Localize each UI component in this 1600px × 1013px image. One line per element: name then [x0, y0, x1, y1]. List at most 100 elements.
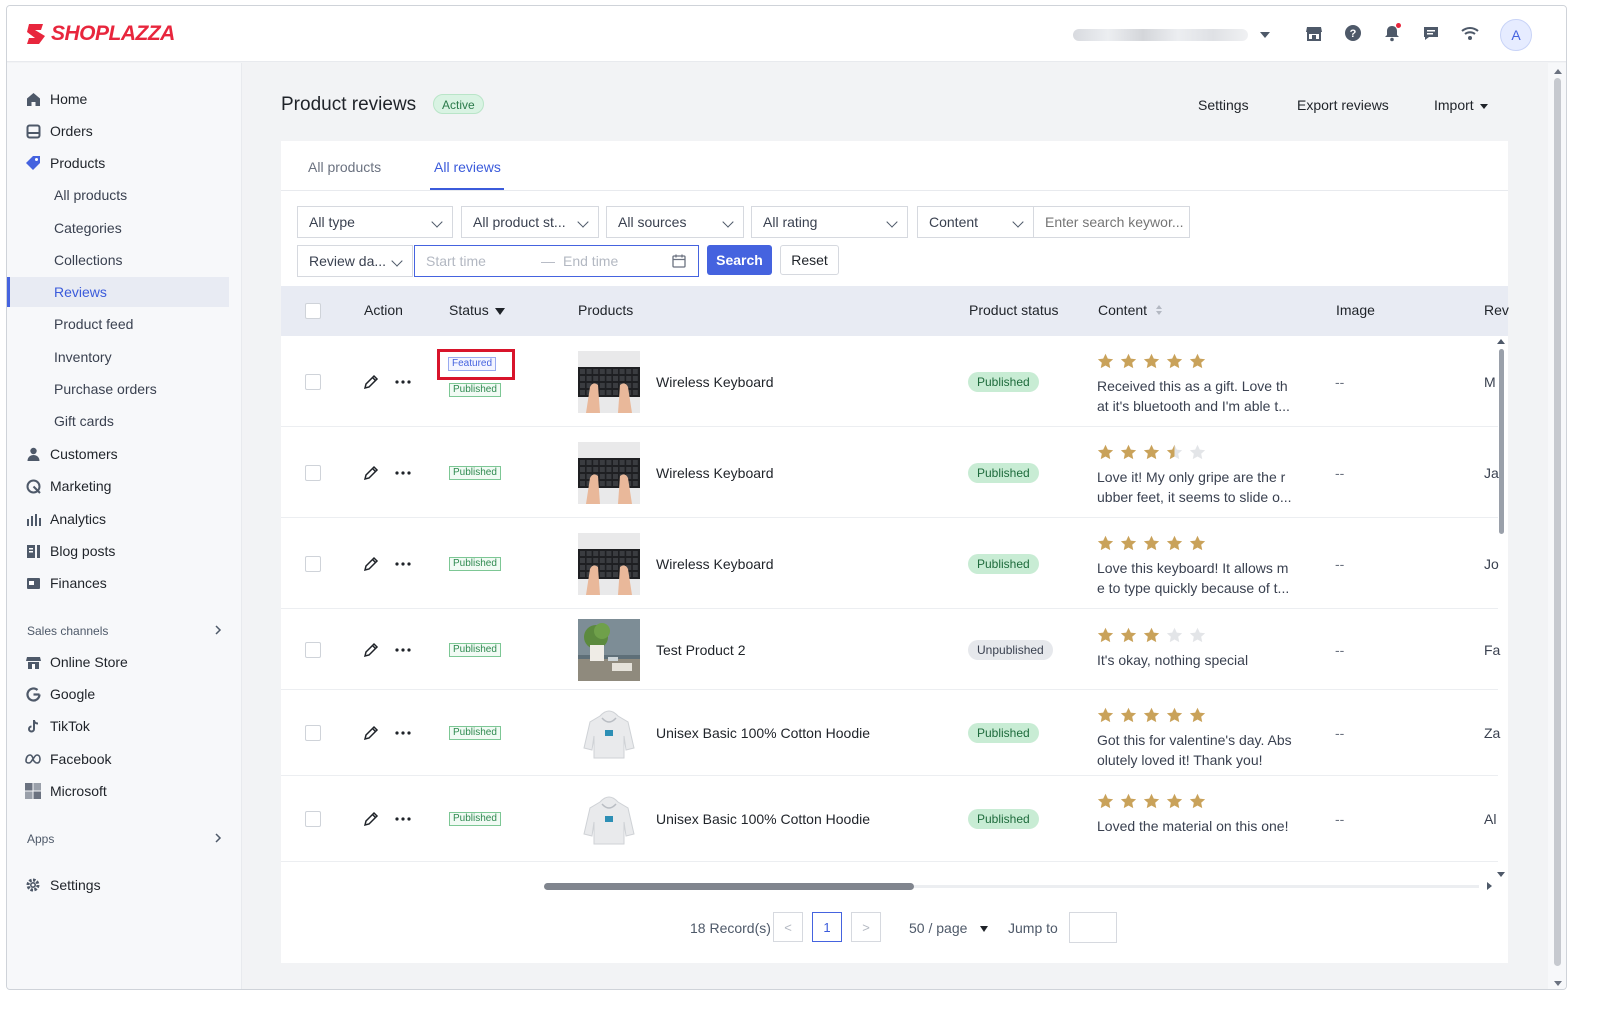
sidebar-item-settings[interactable]: Settings: [7, 870, 229, 900]
more-icon[interactable]: [394, 555, 412, 573]
brand-logo[interactable]: SHOPLAZZA: [25, 22, 175, 46]
row-checkbox[interactable]: [305, 811, 321, 827]
product-status-filter[interactable]: All product st...: [461, 206, 599, 238]
sales-channels-header[interactable]: Sales channels: [27, 624, 222, 638]
scroll-up-icon[interactable]: [1554, 69, 1562, 74]
type-filter[interactable]: All type: [297, 206, 453, 238]
export-reviews-link[interactable]: Export reviews: [1297, 97, 1389, 113]
edit-icon[interactable]: [362, 464, 380, 482]
sidebar-item-tiktok[interactable]: TikTok: [7, 711, 229, 741]
product-name[interactable]: Test Product 2: [656, 642, 746, 658]
table-vertical-scrollbar[interactable]: [1497, 339, 1505, 879]
scroll-right-icon[interactable]: [1487, 882, 1492, 890]
reset-button[interactable]: Reset: [780, 245, 839, 275]
sources-filter[interactable]: All sources: [606, 206, 744, 238]
sidebar-item-home[interactable]: Home: [7, 84, 229, 114]
product-thumbnail[interactable]: [578, 788, 640, 850]
scroll-down-icon[interactable]: [1497, 872, 1505, 877]
start-time-input[interactable]: Start time: [426, 253, 486, 269]
sidebar-item-all-products[interactable]: All products: [7, 180, 229, 210]
review-content[interactable]: Received this as a gift. Love that it's …: [1097, 376, 1293, 416]
tab-all-reviews[interactable]: All reviews: [434, 159, 501, 175]
content-field-select[interactable]: Content: [917, 206, 1034, 238]
sidebar-item-marketing[interactable]: Marketing: [7, 471, 229, 501]
product-thumbnail[interactable]: [578, 441, 640, 504]
jump-to-input[interactable]: [1069, 912, 1117, 943]
row-checkbox[interactable]: [305, 464, 321, 481]
rating-filter[interactable]: All rating: [751, 206, 908, 238]
import-dropdown[interactable]: Import: [1434, 97, 1488, 113]
review-content[interactable]: It's okay, nothing special: [1097, 650, 1293, 670]
sidebar-item-inventory[interactable]: Inventory: [7, 342, 229, 372]
edit-icon[interactable]: [362, 555, 380, 573]
more-icon[interactable]: [394, 464, 412, 482]
review-content[interactable]: Got this for valentine's day. Absolutely…: [1097, 730, 1293, 770]
tab-all-products[interactable]: All products: [308, 159, 381, 175]
horizontal-scroll-thumb[interactable]: [544, 883, 914, 890]
apps-header[interactable]: Apps: [27, 832, 222, 846]
product-name[interactable]: Unisex Basic 100% Cotton Hoodie: [656, 811, 870, 827]
product-thumbnail[interactable]: [578, 618, 640, 681]
row-checkbox[interactable]: [305, 641, 321, 658]
sidebar-item-blog-posts[interactable]: Blog posts: [7, 536, 229, 566]
avatar[interactable]: A: [1500, 19, 1532, 51]
help-icon[interactable]: ?: [1342, 22, 1364, 44]
scroll-up-icon[interactable]: [1497, 339, 1505, 344]
store-selector[interactable]: [1073, 28, 1273, 42]
page-1-button[interactable]: 1: [812, 912, 842, 942]
date-range-picker[interactable]: Start time — End time: [414, 245, 699, 277]
sidebar-item-google[interactable]: Google: [7, 679, 229, 709]
search-input[interactable]: [1033, 206, 1190, 238]
sidebar-item-reviews[interactable]: Reviews: [7, 277, 229, 307]
more-icon[interactable]: [394, 810, 412, 828]
store-icon[interactable]: [1303, 22, 1325, 44]
scroll-thumb[interactable]: [1499, 349, 1504, 534]
review-content[interactable]: Love this keyboard! It allows me to type…: [1097, 558, 1293, 598]
col-status[interactable]: Status: [449, 302, 505, 318]
bell-icon[interactable]: [1381, 22, 1403, 44]
chat-icon[interactable]: [1420, 22, 1442, 44]
row-checkbox[interactable]: [305, 373, 321, 390]
end-time-input[interactable]: End time: [563, 253, 618, 269]
product-name[interactable]: Wireless Keyboard: [656, 556, 774, 572]
sidebar-item-categories[interactable]: Categories: [7, 213, 229, 243]
search-button[interactable]: Search: [707, 245, 772, 275]
product-name[interactable]: Wireless Keyboard: [656, 374, 774, 390]
review-content[interactable]: Love it! My only gripe are the rubber fe…: [1097, 467, 1293, 507]
sidebar-item-online-store[interactable]: Online Store: [7, 647, 229, 677]
col-content[interactable]: Content: [1098, 302, 1163, 319]
sidebar-item-products[interactable]: Products: [7, 148, 229, 178]
sidebar-item-facebook[interactable]: Facebook: [7, 744, 229, 774]
product-thumbnail[interactable]: [578, 350, 640, 413]
edit-icon[interactable]: [362, 373, 380, 391]
row-checkbox[interactable]: [305, 725, 321, 741]
sidebar-item-product-feed[interactable]: Product feed: [7, 309, 229, 339]
review-content[interactable]: Loved the material on this one!: [1097, 816, 1293, 836]
page-size-select[interactable]: 50 / page: [909, 920, 989, 936]
edit-icon[interactable]: [362, 810, 380, 828]
review-date-select[interactable]: Review da...: [297, 245, 413, 277]
edit-icon[interactable]: [362, 641, 380, 659]
sidebar-item-orders[interactable]: Orders: [7, 116, 229, 146]
prev-page-button[interactable]: <: [773, 912, 803, 942]
more-icon[interactable]: [394, 373, 412, 391]
wifi-icon[interactable]: [1459, 22, 1481, 44]
product-name[interactable]: Unisex Basic 100% Cotton Hoodie: [656, 725, 870, 741]
page-scrollbar[interactable]: [1548, 63, 1566, 989]
more-icon[interactable]: [394, 724, 412, 742]
sidebar-item-gift-cards[interactable]: Gift cards: [7, 406, 229, 436]
sidebar-item-collections[interactable]: Collections: [7, 245, 229, 275]
sidebar-item-finances[interactable]: Finances: [7, 568, 229, 598]
sidebar-item-purchase-orders[interactable]: Purchase orders: [7, 374, 229, 404]
settings-link[interactable]: Settings: [1198, 97, 1249, 113]
more-icon[interactable]: [394, 641, 412, 659]
scroll-down-icon[interactable]: [1554, 981, 1562, 986]
product-thumbnail[interactable]: [578, 702, 640, 764]
product-name[interactable]: Wireless Keyboard: [656, 465, 774, 481]
edit-icon[interactable]: [362, 724, 380, 742]
next-page-button[interactable]: >: [851, 912, 881, 942]
product-thumbnail[interactable]: [578, 532, 640, 595]
page-scroll-thumb[interactable]: [1554, 78, 1561, 966]
sidebar-item-analytics[interactable]: Analytics: [7, 504, 229, 534]
sidebar-item-customers[interactable]: Customers: [7, 439, 229, 469]
